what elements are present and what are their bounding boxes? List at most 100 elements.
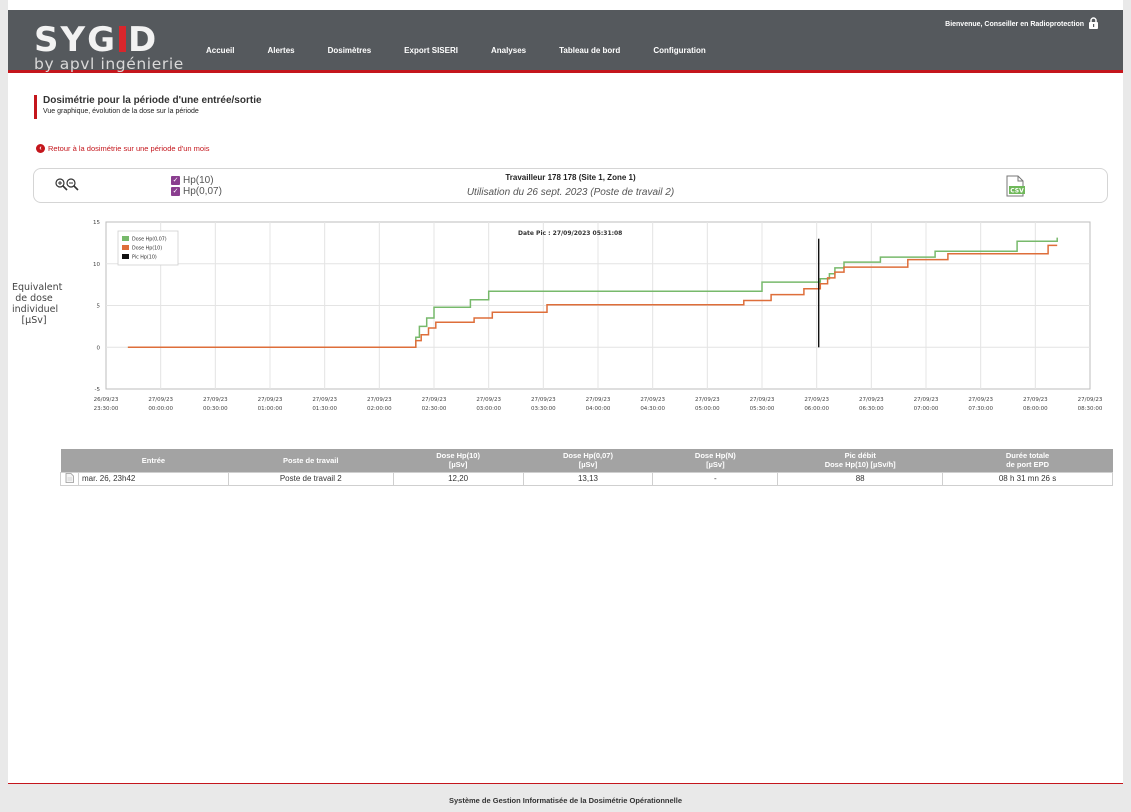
table-header-cell[interactable]: Durée totale de port EPD bbox=[942, 449, 1113, 472]
y-tick-label: 0 bbox=[97, 345, 101, 351]
main-nav: Accueil Alertes Dosimètres Export SISERI… bbox=[206, 46, 739, 55]
x-tick-label: 27/09/23 bbox=[367, 397, 392, 403]
back-link[interactable]: ‹ Retour à la dosimétrie sur une période… bbox=[36, 144, 210, 153]
page-subtitle: Vue graphique, évolution de la dose sur … bbox=[43, 108, 199, 115]
x-tick-label: 08:00:00 bbox=[1023, 406, 1048, 412]
x-tick-label: 26/09/23 bbox=[94, 397, 119, 403]
table-body: mar. 26, 23h42 Poste de travail 2 12,20 13,… bbox=[60, 471, 1113, 486]
x-tick-label: 27/09/23 bbox=[422, 397, 447, 403]
table-cell: 88 bbox=[777, 471, 944, 486]
dose-chart: Equivalent de dose individuel [µSv] 26/0… bbox=[8, 212, 1123, 442]
x-tick-label: 03:30:00 bbox=[531, 406, 556, 412]
nav-item-dosimetres[interactable]: Dosimètres bbox=[328, 46, 372, 55]
y-tick-label: 5 bbox=[97, 304, 101, 310]
legend-label: Pic Hp(10) bbox=[132, 255, 157, 261]
x-tick-label: 05:00:00 bbox=[695, 406, 720, 412]
x-tick-label: 27/09/23 bbox=[968, 397, 993, 403]
x-tick-label: 27/09/23 bbox=[148, 397, 173, 403]
table-header-cell[interactable]: Dose Hp(0,07) [µSv] bbox=[523, 449, 653, 472]
x-tick-label: 07:00:00 bbox=[914, 406, 939, 412]
nav-item-accueil[interactable]: Accueil bbox=[206, 46, 234, 55]
table-header-row: Entrée Poste de travail Dose Hp(10) [µSv] Do… bbox=[60, 449, 1113, 472]
x-tick-label: 27/09/23 bbox=[804, 397, 829, 403]
x-tick-label: 27/09/23 bbox=[914, 397, 939, 403]
x-tick-label: 23:30:00 bbox=[94, 406, 119, 412]
x-tick-label: 00:00:00 bbox=[148, 406, 173, 412]
x-tick-label: 01:30:00 bbox=[312, 406, 337, 412]
logo-subtitle: by apvl ingénierie bbox=[34, 55, 184, 73]
nav-item-analyses[interactable]: Analyses bbox=[491, 46, 526, 55]
x-tick-label: 27/09/23 bbox=[476, 397, 501, 403]
x-tick-label: 27/09/23 bbox=[640, 397, 665, 403]
welcome-area: Bienvenue, Conseiller en Radioprotection bbox=[945, 17, 1099, 30]
nav-item-export-siseri[interactable]: Export SISERI bbox=[404, 46, 458, 55]
table-cell: mar. 26, 23h42 bbox=[77, 471, 229, 486]
legend-swatch bbox=[122, 245, 129, 250]
info-panel: ✓ Hp(10) ✓ Hp(0,07) Travailleur 178 178 (S… bbox=[33, 168, 1108, 203]
chart-svg[interactable]: 26/09/23 23:30:00 27/09/23 00:00:00 27/09/23… bbox=[8, 212, 1123, 442]
page: SYG D by apvl ingénierie Accueil Alertes … bbox=[0, 0, 1131, 812]
x-tick-label: 27/09/23 bbox=[258, 397, 283, 403]
nav-item-configuration[interactable]: Configuration bbox=[653, 46, 705, 55]
y-tick-label: 10 bbox=[93, 262, 100, 268]
table-cell: 08 h 31 mn 26 s bbox=[942, 471, 1113, 486]
x-tick-label: 27/09/23 bbox=[1078, 397, 1103, 403]
logo-text-right: D bbox=[128, 20, 159, 60]
logo-red-bar bbox=[119, 26, 127, 52]
table-header-cell[interactable]: Pic débit Dose Hp(10) [µSv/h] bbox=[777, 449, 943, 472]
x-tick-label: 08:30:00 bbox=[1078, 406, 1103, 412]
x-tick-label: 00:30:00 bbox=[203, 406, 228, 412]
back-arrow-icon: ‹ bbox=[36, 144, 45, 153]
lock-icon[interactable] bbox=[1088, 17, 1099, 29]
page-title: Dosimétrie pour la période d'une entrée/… bbox=[43, 95, 262, 106]
table-row[interactable]: mar. 26, 23h42 Poste de travail 2 12,20 13,… bbox=[60, 471, 1113, 486]
back-link-label: Retour à la dosimétrie sur une période d… bbox=[48, 144, 210, 153]
footer: Système de Gestion Informatisée de la Do… bbox=[8, 783, 1123, 812]
row-document-icon[interactable] bbox=[60, 471, 79, 486]
logo[interactable]: SYG D by apvl ingénierie bbox=[34, 23, 184, 73]
x-tick-label: 03:00:00 bbox=[476, 406, 501, 412]
table-header-cell[interactable]: Dose Hp(10) [µSv] bbox=[393, 449, 524, 472]
legend-label: Dose Hp(0,07) bbox=[132, 237, 167, 243]
x-tick-label: 04:00:00 bbox=[586, 406, 611, 412]
csv-export-icon[interactable]: CSV bbox=[1003, 175, 1027, 197]
nav-item-tableau-de-bord[interactable]: Tableau de bord bbox=[559, 46, 620, 55]
csv-icon-label: CSV bbox=[1010, 188, 1024, 195]
x-tick-label: 07:30:00 bbox=[968, 406, 993, 412]
table-header-cell[interactable]: Dose Hp(N) [µSv] bbox=[652, 449, 778, 472]
x-tick-label: 01:00:00 bbox=[258, 406, 283, 412]
y-tick-label: -5 bbox=[95, 387, 101, 393]
x-tick-label: 27/09/23 bbox=[203, 397, 228, 403]
x-tick-label: 06:30:00 bbox=[859, 406, 884, 412]
x-tick-label: 04:30:00 bbox=[640, 406, 665, 412]
table-cell: 12,20 bbox=[392, 471, 524, 486]
table-cell: Poste de travail 2 bbox=[227, 471, 394, 486]
table-cell: 13,13 bbox=[522, 471, 654, 486]
legend-swatch bbox=[122, 236, 129, 241]
table-header-cell[interactable]: Entrée bbox=[78, 449, 229, 472]
table-header-cell[interactable]: Poste de travail bbox=[228, 449, 394, 472]
x-tick-label: 27/09/23 bbox=[531, 397, 556, 403]
page-title-block: Dosimétrie pour la période d'une entrée/… bbox=[34, 95, 262, 119]
x-tick-label: 02:30:00 bbox=[422, 406, 447, 412]
welcome-text: Bienvenue, Conseiller en Radioprotection bbox=[945, 20, 1084, 28]
legend-label: Dose Hp(10) bbox=[132, 246, 162, 252]
x-tick-label: 27/09/23 bbox=[586, 397, 611, 403]
x-tick-label: 02:00:00 bbox=[367, 406, 392, 412]
x-tick-label: 27/09/23 bbox=[695, 397, 720, 403]
header-bar: SYG D by apvl ingénierie Accueil Alertes … bbox=[8, 10, 1123, 73]
legend-swatch bbox=[122, 254, 129, 259]
worker-name: Travailleur 178 178 (Site 1, Zone 1) bbox=[505, 173, 636, 182]
nav-item-alertes[interactable]: Alertes bbox=[267, 46, 294, 55]
peak-date-annotation: Date Pic : 27/09/2023 05:31:08 bbox=[518, 230, 622, 237]
usage-description: Utilisation du 26 sept. 2023 (Poste de t… bbox=[466, 187, 675, 198]
x-tick-label: 27/09/23 bbox=[859, 397, 884, 403]
table-header-cell[interactable] bbox=[60, 449, 79, 472]
x-tick-label: 06:00:00 bbox=[804, 406, 829, 412]
summary-table: Entrée Poste de travail Dose Hp(10) [µSv] Do… bbox=[60, 449, 1113, 486]
footer-text: Système de Gestion Informatisée de la Do… bbox=[449, 796, 682, 805]
x-tick-label: 27/09/23 bbox=[312, 397, 337, 403]
x-tick-label: 05:30:00 bbox=[750, 406, 775, 412]
x-tick-label: 27/09/23 bbox=[1023, 397, 1048, 403]
logo-text-left: SYG bbox=[34, 20, 118, 60]
